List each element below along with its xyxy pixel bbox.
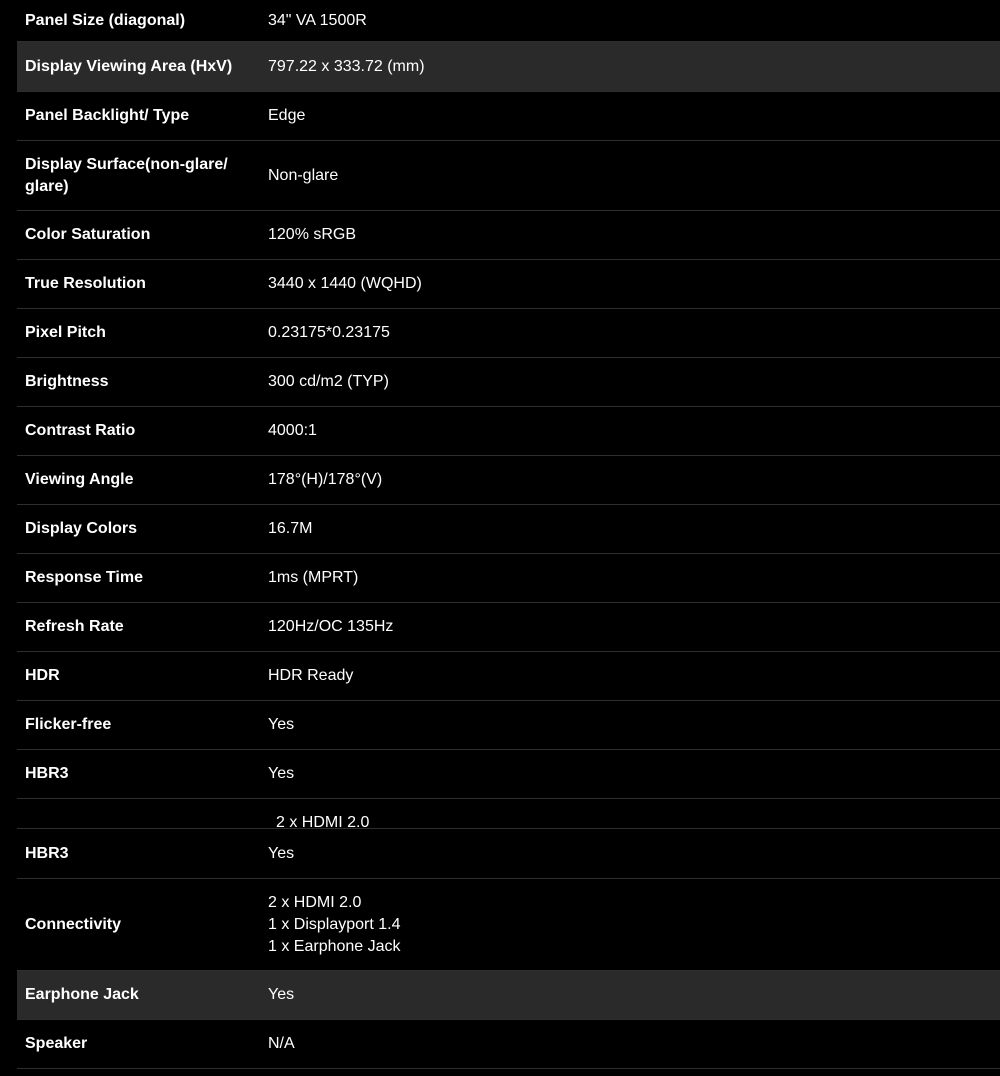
spec-row-viewing-area: Display Viewing Area (HxV) 797.22 x 333.…: [17, 42, 1000, 92]
spec-row-display-colors: Display Colors 16.7M: [17, 505, 1000, 554]
spec-value: Non-glare: [268, 166, 339, 184]
spec-label: HBR3: [25, 765, 69, 782]
spec-value: Yes: [268, 716, 295, 733]
spec-row-backlight: Panel Backlight/ Type Edge: [17, 92, 1000, 141]
spec-row-speaker: Speaker N/A: [17, 1020, 1000, 1069]
spec-value: 120Hz/OC 135Hz: [268, 618, 394, 635]
spec-label: Response Time: [25, 569, 143, 586]
spec-row-hdr: HDR HDR Ready: [17, 652, 1000, 701]
spec-row-response-time: Response Time 1ms (MPRT): [17, 554, 1000, 603]
spec-row-display-surface: Display Surface(non-glare/ glare) Non-gl…: [17, 141, 1000, 211]
spec-value-list: 2 x HDMI 2.0 1 x Displayport 1.4 1 x Ear…: [268, 892, 1000, 958]
spec-value: Yes: [268, 765, 295, 782]
spec-row-color-saturation: Color Saturation 120% sRGB: [17, 211, 1000, 260]
spec-label: Display Surface(non-glare/ glare): [25, 155, 228, 195]
spec-value: 1ms (MPRT): [268, 569, 359, 586]
spec-value: N/A: [268, 1035, 295, 1052]
connectivity-item: 1 x Displayport 1.4: [268, 915, 401, 933]
spec-value: 16.7M: [268, 520, 313, 537]
spec-value: 120% sRGB: [268, 226, 357, 243]
spec-row-hbr3-repeat: HBR3 Yes: [17, 829, 1000, 879]
connectivity-item: 1 x Earphone Jack: [268, 937, 401, 955]
spec-value: Yes: [268, 844, 295, 862]
spec-value: 300 cd/m2 (TYP): [268, 373, 389, 390]
spec-row-brightness: Brightness 300 cd/m2 (TYP): [17, 358, 1000, 407]
spec-row-pixel-pitch: Pixel Pitch 0.23175*0.23175: [17, 309, 1000, 358]
spec-label: Flicker-free: [25, 716, 112, 733]
connectivity-item: 2 x HDMI 2.0: [268, 893, 362, 911]
spec-value: Edge: [268, 107, 306, 124]
spec-label: Panel Backlight/ Type: [25, 107, 190, 124]
spec-row-contrast-ratio: Contrast Ratio 4000:1: [17, 407, 1000, 456]
spec-row-panel-size: Panel Size (diagonal) 34" VA 1500R: [17, 0, 1000, 42]
spec-row-true-resolution: True Resolution 3440 x 1440 (WQHD): [17, 260, 1000, 309]
spec-value: HDR Ready: [268, 667, 354, 684]
spec-label: Viewing Angle: [25, 471, 134, 488]
spec-row-hbr3: HBR3 Yes: [17, 750, 1000, 799]
spec-label: Earphone Jack: [25, 986, 139, 1003]
spec-label: Brightness: [25, 373, 109, 390]
spec-label: Display Colors: [25, 520, 138, 537]
spec-row-earphone-jack: Earphone Jack Yes: [17, 971, 1000, 1020]
spec-label: Connectivity: [25, 915, 122, 933]
spec-value: 4000:1: [268, 422, 317, 439]
spec-row-viewing-angle: Viewing Angle 178°(H)/178°(V): [17, 456, 1000, 505]
spec-row-clipped: 2 x HDMI 2.0: [17, 799, 1000, 829]
spec-value: 34" VA 1500R: [268, 11, 367, 29]
spec-label: HDR: [25, 667, 60, 684]
spec-label: Pixel Pitch: [25, 324, 106, 341]
spec-value: 3440 x 1440 (WQHD): [268, 275, 422, 292]
spec-value: 797.22 x 333.72 (mm): [268, 57, 425, 75]
spec-row-connectivity: Connectivity 2 x HDMI 2.0 1 x Displaypor…: [17, 879, 1000, 971]
spec-label: HBR3: [25, 844, 69, 862]
spec-value-clipped: 2 x HDMI 2.0: [276, 814, 370, 829]
spec-value: Yes: [268, 986, 295, 1003]
spec-value: 178°(H)/178°(V): [268, 471, 383, 488]
spec-value: 0.23175*0.23175: [268, 324, 390, 341]
spec-table: Panel Size (diagonal) 34" VA 1500R Displ…: [17, 0, 1000, 1069]
spec-label: Refresh Rate: [25, 618, 124, 635]
spec-label: True Resolution: [25, 275, 146, 292]
spec-label: Panel Size (diagonal): [25, 11, 186, 29]
spec-label: Contrast Ratio: [25, 422, 136, 439]
spec-row-refresh-rate: Refresh Rate 120Hz/OC 135Hz: [17, 603, 1000, 652]
spec-label: Color Saturation: [25, 226, 151, 243]
spec-row-flicker-free: Flicker-free Yes: [17, 701, 1000, 750]
spec-label: Display Viewing Area (HxV): [25, 57, 233, 75]
spec-label: Speaker: [25, 1035, 88, 1052]
